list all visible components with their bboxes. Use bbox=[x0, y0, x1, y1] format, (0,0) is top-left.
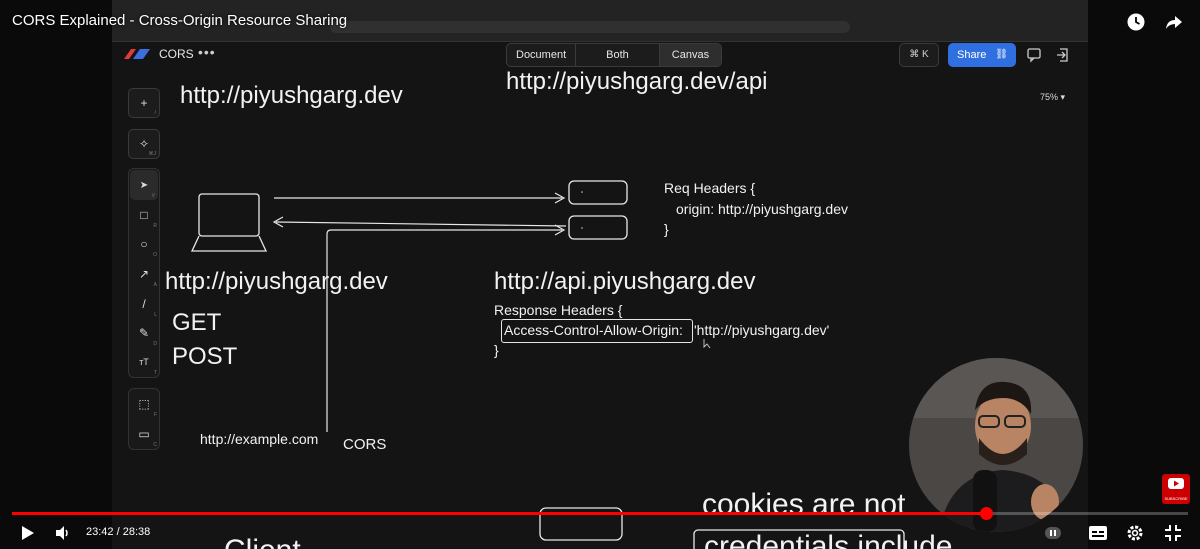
client-origin-label: http://piyushgarg.dev bbox=[165, 268, 388, 295]
subtitles-icon[interactable] bbox=[1088, 524, 1108, 542]
video-title[interactable]: CORS Explained - Cross-Origin Resource S… bbox=[12, 12, 347, 29]
res-headers-close: } bbox=[494, 342, 499, 358]
volume-icon[interactable] bbox=[54, 524, 72, 542]
play-icon[interactable] bbox=[20, 524, 36, 542]
server-box-2 bbox=[568, 215, 628, 240]
server-box-1 bbox=[568, 180, 628, 205]
presenter-webcam bbox=[909, 358, 1083, 532]
presenter-image bbox=[909, 358, 1083, 532]
api-top-label: http://piyushgarg.dev/api bbox=[506, 68, 768, 95]
share-icon[interactable] bbox=[1164, 12, 1184, 32]
example-origin-label: http://example.com bbox=[200, 431, 319, 447]
cors-label: CORS bbox=[343, 436, 387, 453]
pause-icon[interactable] bbox=[1044, 524, 1062, 542]
credentials-note: credentials include bbox=[704, 530, 953, 549]
time-separator: / bbox=[113, 526, 123, 538]
video-player[interactable]: CORS ••• Document Both Canvas ⌘ K Share … bbox=[0, 0, 1200, 549]
req-headers-open: Req Headers { bbox=[664, 180, 756, 196]
api-origin-label: http://api.piyushgarg.dev bbox=[494, 268, 756, 295]
get-method-label: GET bbox=[172, 309, 222, 336]
time-display: 23:42 / 28:38 bbox=[86, 526, 150, 538]
time-current: 23:42 bbox=[86, 526, 114, 538]
settings-icon[interactable] bbox=[1126, 524, 1144, 542]
laptop-screen bbox=[198, 193, 260, 237]
response-arrow bbox=[275, 221, 567, 227]
mouse-cursor bbox=[703, 339, 711, 349]
progress-played bbox=[12, 512, 986, 515]
client-note: Client bbox=[224, 534, 301, 549]
post-method-label: POST bbox=[172, 343, 238, 370]
time-total: 28:38 bbox=[122, 526, 151, 538]
laptop-base bbox=[190, 235, 268, 252]
youtube-logo-icon bbox=[1168, 478, 1184, 489]
subscribe-label: SUBSCRIBE bbox=[1164, 496, 1188, 501]
req-origin-header: origin: http://piyushgarg.dev bbox=[676, 201, 848, 217]
subscribe-button[interactable]: SUBSCRIBE bbox=[1162, 474, 1190, 504]
cookies-note: cookies are not bbox=[702, 488, 906, 521]
acao-header-key: Access-Control-Allow-Origin: bbox=[504, 322, 683, 338]
req-headers-close: } bbox=[664, 221, 669, 237]
scrubber-handle[interactable] bbox=[979, 507, 993, 520]
progress-bar[interactable] bbox=[12, 507, 1188, 520]
origin-top-label: http://piyushgarg.dev bbox=[180, 82, 403, 109]
watch-later-icon[interactable] bbox=[1126, 12, 1146, 32]
res-headers-open: Response Headers { bbox=[494, 302, 623, 318]
fullscreen-exit-icon[interactable] bbox=[1164, 524, 1182, 542]
acao-header-value: 'http://piyushgarg.dev' bbox=[694, 322, 830, 338]
